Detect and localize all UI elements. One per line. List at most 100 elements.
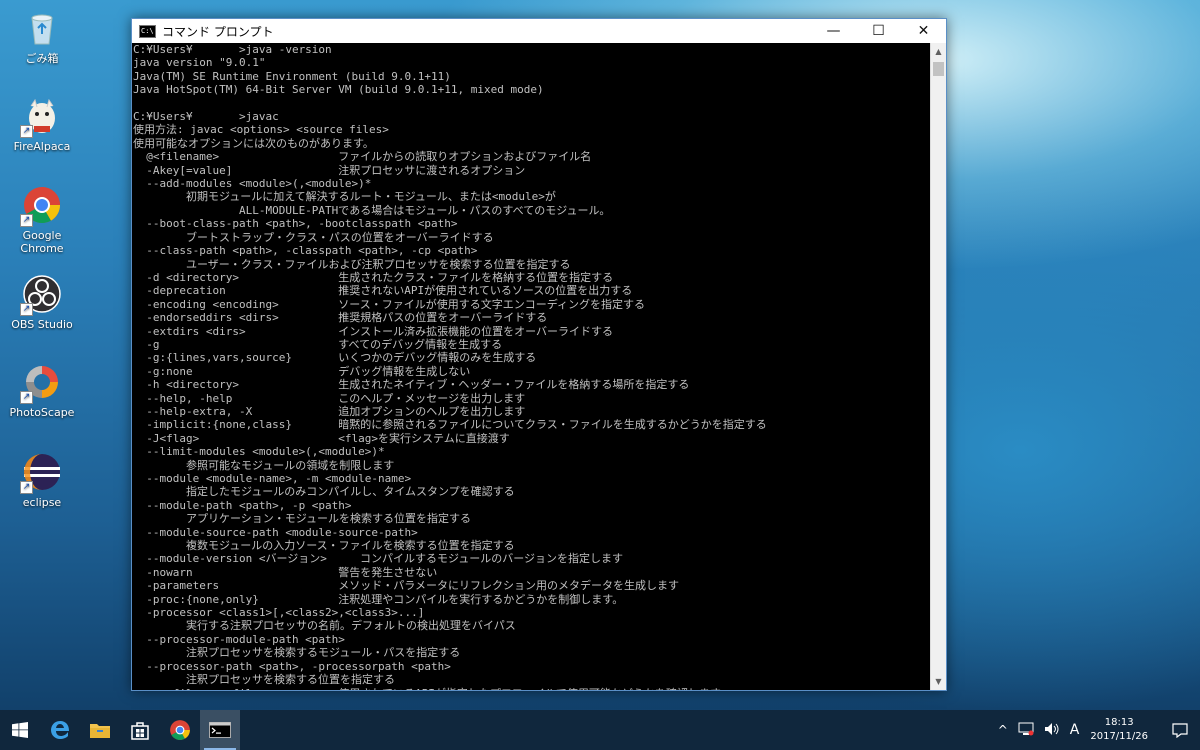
desktop-icon-obs-studio[interactable]: ↗ OBS Studio [6, 274, 78, 331]
start-button[interactable] [0, 710, 40, 750]
console-line: --limit-modules <module>(,<module>)* [133, 445, 385, 459]
console-output[interactable]: C:¥Users¥ >java -version java version "9.… [132, 43, 931, 690]
shortcut-arrow-icon: ↗ [20, 303, 33, 316]
console-line: --module-version <バージョン> コンパイルするモジュールのバー… [133, 552, 623, 566]
desktop-icon-recycle-bin[interactable]: ごみ箱 [6, 8, 78, 65]
volume-icon[interactable] [1044, 722, 1060, 739]
edge-icon [51, 721, 69, 739]
console-line: -extdirs <dirs> インストール済み拡張機能の位置をオーバーライドす… [133, 324, 613, 338]
desktop-icon-google-chrome[interactable]: ↗ Google Chrome [6, 185, 78, 255]
console-line: -g:{lines,vars,source} いくつかのデバッグ情報のみを生成す… [133, 351, 537, 365]
console-line: -g:none デバッグ情報を生成しない [133, 364, 471, 378]
console-line: -encoding <encoding> ソース・ファイルが使用する文字エンコー… [133, 297, 645, 311]
obs-icon: ↗ [20, 274, 62, 316]
console-line: --help, -help このヘルプ・メッセージを出力します [133, 391, 526, 405]
window-titlebar[interactable]: C:\ コマンド プロンプト — ☐ ✕ [132, 19, 946, 43]
console-line: Java HotSpot(TM) 64-Bit Server VM (build… [133, 83, 544, 97]
console-line: C:¥Users¥ >javac [133, 110, 279, 124]
console-line: -endorseddirs <dirs> 推奨規格パスの位置をオーバーライドする [133, 311, 548, 325]
console-line: -d <directory> 生成されたクラス・ファイルを格納する位置を指定する [133, 270, 614, 284]
system-tray: ^ A 18:13 2017/11/26 [993, 710, 1200, 750]
console-line: アプリケーション・モジュールを検索する位置を指定する [133, 512, 471, 526]
console-line: C:¥Users¥ >java -version [133, 43, 332, 56]
vertical-scrollbar[interactable]: ▲ ▼ [930, 43, 946, 690]
ime-mode-indicator[interactable]: A [1070, 722, 1080, 738]
desktop-icon-label: OBS Studio [11, 318, 73, 331]
console-line: --module-source-path <module-source-path… [133, 525, 418, 539]
shortcut-arrow-icon: ↗ [20, 481, 33, 494]
desktop-icon-label: ごみ箱 [25, 52, 59, 65]
console-line: --help-extra, -X 追加オプションのヘルプを出力します [133, 404, 526, 418]
cmd-icon [209, 722, 231, 738]
console-line: Java(TM) SE Runtime Environment (build 9… [133, 69, 451, 83]
firealpaca-icon: ↗ [20, 96, 62, 138]
scroll-down-arrow-icon[interactable]: ▼ [931, 673, 946, 690]
desktop-icon-eclipse[interactable]: ↗ eclipse [6, 452, 78, 509]
action-center-button[interactable] [1160, 710, 1200, 750]
console-line: @<filename> ファイルからの読取りオプションおよびファイル名 [133, 150, 592, 164]
console-line: --processor-path <path>, -processorpath … [133, 659, 451, 673]
console-line: ALL-MODULE-PATHである場合はモジュール・パスのすべてのモジュール。 [133, 203, 611, 217]
taskbar-file-explorer-button[interactable] [80, 710, 120, 750]
console-line: -g すべてのデバッグ情報を生成する [133, 337, 503, 351]
console-line: 実行する注釈プロセッサの名前。デフォルトの検出処理をバイパス [133, 619, 516, 633]
taskbar-store-button[interactable] [120, 710, 160, 750]
photoscape-icon: ↗ [20, 362, 62, 404]
console-line: -parameters メソッド・パラメータにリフレクション用のメタデータを生成… [133, 579, 679, 593]
console-line: -Akey[=value] 注釈プロセッサに渡されるオプション [133, 163, 526, 177]
file-explorer-icon [90, 724, 110, 738]
start-icon [12, 722, 28, 738]
console-line: ブートストラップ・クラス・パスの位置をオーバーライドする [133, 230, 494, 244]
taskbar-edge-button[interactable] [40, 710, 80, 750]
notification-icon [1172, 722, 1188, 738]
cmd-icon: C:\ [139, 24, 156, 38]
console-line: -h <directory> 生成されたネイティブ・ヘッダー・ファイルを格納する… [133, 378, 690, 392]
console-line: 初期モジュールに加えて解決するルート・モジュール、または<module>が [133, 190, 556, 204]
taskbar-chrome-button[interactable] [160, 710, 200, 750]
console-line: ユーザー・クラス・ファイルおよび注釈プロセッサを検索する位置を指定する [133, 257, 571, 271]
console-line: 使用方法: javac <options> <source files> [133, 123, 389, 137]
console-line: 参照可能なモジュールの領域を制限します [133, 458, 395, 472]
console-line: 複数モジュールの入力ソース・ファイルを検索する位置を指定する [133, 539, 515, 553]
desktop-icon-label: PhotoScape [9, 406, 75, 419]
console-line: 注釈プロセッサを検索する位置を指定する [133, 673, 395, 687]
taskbar-clock[interactable]: 18:13 2017/11/26 [1090, 716, 1148, 744]
show-hidden-icons-chevron-up-icon[interactable]: ^ [998, 723, 1008, 737]
taskbar: ^ A 18:13 2017/11/26 [0, 710, 1200, 750]
desktop-icon-firealpaca[interactable]: ↗ FireAlpaca [6, 96, 78, 153]
network-icon[interactable] [1018, 722, 1034, 739]
clock-time: 18:13 [1104, 717, 1134, 728]
console-line: 指定したモジュールのみコンパイルし、タイムスタンプを確認する [133, 485, 515, 499]
close-button[interactable]: ✕ [901, 19, 946, 43]
desktop-icon-photoscape[interactable]: ↗ PhotoScape [6, 362, 78, 419]
command-prompt-window[interactable]: C:\ コマンド プロンプト — ☐ ✕ C:¥Users¥ >java -ve… [131, 18, 947, 691]
console-line: --boot-class-path <path>, -bootclasspath… [133, 217, 458, 231]
console-line: java version "9.0.1" [133, 56, 266, 70]
shortcut-arrow-icon: ↗ [20, 125, 33, 138]
console-line: -implicit:{none,class} 暗黙的に参照されるファイルについて… [133, 418, 767, 432]
store-icon [131, 722, 149, 740]
taskbar-cmd-button[interactable] [200, 710, 240, 750]
scrollbar-thumb[interactable] [933, 62, 944, 76]
clock-date: 2017/11/26 [1090, 731, 1148, 742]
shortcut-arrow-icon: ↗ [20, 214, 33, 227]
console-line: --module-path <path>, -p <path> [133, 498, 352, 512]
console-line: --add-modules <module>(,<module>)* [133, 177, 372, 191]
minimize-button[interactable]: — [811, 19, 856, 43]
eclipse-icon: ↗ [20, 452, 62, 494]
console-line: 使用可能なオプションには次のものがあります。 [133, 136, 374, 150]
maximize-button[interactable]: ☐ [856, 19, 901, 43]
window-title: コマンド プロンプト [162, 24, 274, 39]
console-line: -nowarn 警告を発生させない [133, 565, 438, 579]
console-line: -processor <class1>[,<class2>,<class3>..… [133, 606, 425, 620]
console-line: -profile <profile> 使用されているAPIが指定したプロファイル… [133, 687, 931, 691]
console-line: --processor-module-path <path> [133, 632, 345, 646]
console-line: --module <module-name>, -m <module-name> [133, 472, 412, 485]
shortcut-arrow-icon: ↗ [20, 391, 33, 404]
scroll-up-arrow-icon[interactable]: ▲ [931, 43, 946, 60]
chrome-icon [170, 720, 190, 740]
chrome-icon: ↗ [20, 185, 62, 227]
console-line: --class-path <path>, -classpath <path>, … [133, 244, 478, 258]
console-line: -proc:{none,only} 注釈処理やコンパイルを実行するかどうかを制御… [133, 592, 624, 606]
